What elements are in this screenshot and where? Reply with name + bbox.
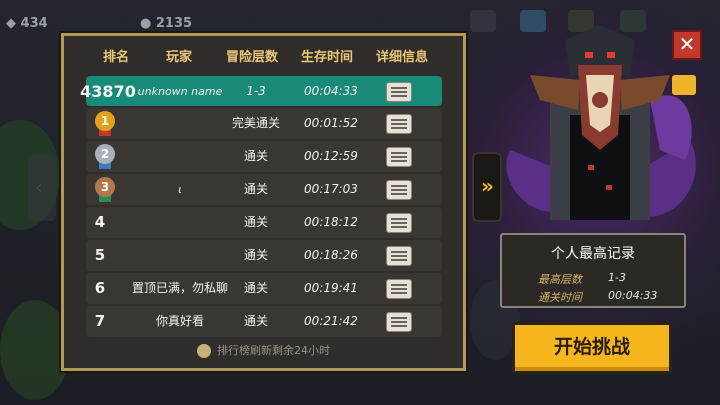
header-detail: 详细信息 xyxy=(375,50,429,65)
record-title: 个人最高记录 xyxy=(551,246,635,262)
row-time: 00:19:41 xyxy=(304,281,358,295)
detail-button[interactable] xyxy=(386,246,412,266)
detail-button[interactable] xyxy=(386,147,412,167)
previous-page-button[interactable]: ‹ xyxy=(28,155,56,221)
boss-glow xyxy=(606,185,612,190)
crown-icon xyxy=(672,75,696,95)
detail-button[interactable] xyxy=(386,180,412,200)
row-layer: 通关 xyxy=(243,248,268,262)
row-time: 00:01:52 xyxy=(304,116,358,130)
leaderboard-row: 3 ι 通关 00:17:03 xyxy=(86,174,442,205)
detail-button[interactable] xyxy=(386,213,412,233)
leaderboard-row: 1 完美通关 00:01:52 xyxy=(86,108,442,139)
leaderboard-row: 2 通关 00:12:59 xyxy=(86,141,442,172)
row-time: 00:21:42 xyxy=(304,314,358,328)
start-challenge-button[interactable]: 开始挑战 xyxy=(512,322,672,374)
leaderboard-rows: 43870 unknown name 1-3 00:04:33 1 完美通关 0… xyxy=(80,76,442,339)
boss-eye xyxy=(607,52,615,58)
coin-count: 2135 xyxy=(155,16,193,31)
row-time: 00:18:12 xyxy=(304,215,358,229)
background-tree xyxy=(0,300,70,400)
leaderboard-header: 排名 玩家 冒险层数 生存时间 详细信息 xyxy=(64,46,463,68)
leaderboard-row-self: 43870 unknown name 1-3 00:04:33 xyxy=(80,76,442,106)
row-time: 00:04:33 xyxy=(304,84,358,98)
row-layer: 完美通关 xyxy=(231,116,280,130)
leaderboard-panel: 排名 玩家 冒险层数 生存时间 详细信息 43870 unknown name … xyxy=(61,33,466,371)
detail-button[interactable] xyxy=(386,312,412,332)
boss-eye xyxy=(585,52,593,58)
expand-button[interactable]: » xyxy=(472,152,502,222)
row-rank: 7 xyxy=(94,312,106,330)
gem-count: 434 xyxy=(20,16,48,31)
refresh-notice: 排行榜刷新剩余24小时 xyxy=(64,342,463,358)
row-rank: 6 xyxy=(94,279,106,297)
row-time: 00:17:03 xyxy=(304,182,358,196)
eye-sigil xyxy=(592,92,608,108)
row-rank: 4 xyxy=(94,213,106,231)
clock-icon xyxy=(197,344,211,358)
row-rank: 43870 xyxy=(80,82,136,101)
chevron-left-icon: ‹ xyxy=(35,175,43,199)
bronze-medal-icon: 3 xyxy=(94,177,116,202)
row-layer: 1-3 xyxy=(246,84,266,98)
row-layer: 通关 xyxy=(243,314,268,328)
silver-medal-icon: 2 xyxy=(94,144,116,169)
row-player: 你真好看 xyxy=(155,314,204,328)
record-time-value: 00:04:33 xyxy=(608,289,658,302)
row-layer: 通关 xyxy=(243,281,268,295)
record-layer-label: 最高层数 xyxy=(538,273,582,286)
row-time: 00:18:26 xyxy=(304,248,358,262)
leaderboard-row: 5 通关 00:18:26 xyxy=(86,240,442,271)
gem-counter: ◆ 434 xyxy=(6,16,48,31)
record-time-label: 通关时间 xyxy=(538,291,582,304)
record-layer-value: 1-3 xyxy=(608,271,626,284)
row-rank: 5 xyxy=(94,246,106,264)
leaderboard-row: 7 你真好看 通关 00:21:42 xyxy=(86,306,442,337)
boss-glow xyxy=(588,165,594,170)
detail-button[interactable] xyxy=(386,114,412,134)
tentacle-shape xyxy=(650,95,692,160)
medal-rank: 3 xyxy=(95,177,115,197)
header-rank: 排名 xyxy=(102,50,130,65)
header-player: 玩家 xyxy=(165,50,193,65)
row-time: 00:12:59 xyxy=(304,149,358,163)
boss-portrait xyxy=(506,25,696,220)
detail-button[interactable] xyxy=(386,279,412,299)
gold-medal-icon: 1 xyxy=(94,111,116,136)
row-player: 置顶已满，勿私聊 xyxy=(131,281,228,295)
medal-rank: 1 xyxy=(95,111,115,131)
coin-counter: ● 2135 xyxy=(140,16,193,31)
refresh-text: 排行榜刷新剩余24小时 xyxy=(217,344,330,357)
row-player: unknown name xyxy=(137,85,223,98)
row-layer: 通关 xyxy=(243,215,268,229)
header-layer: 冒险层数 xyxy=(225,50,279,65)
detail-button[interactable] xyxy=(386,82,412,102)
row-player: ι xyxy=(178,183,182,196)
medal-rank: 2 xyxy=(95,144,115,164)
leaderboard-row: 4 通关 00:18:12 xyxy=(86,207,442,238)
personal-record-panel: 个人最高记录 最高层数 1-3 通关时间 00:04:33 xyxy=(500,233,686,308)
top-menu-icon[interactable] xyxy=(470,10,496,32)
leaderboard-row: 6 置顶已满，勿私聊 通关 00:19:41 xyxy=(86,273,442,304)
chevron-right-icon: » xyxy=(481,174,494,198)
row-layer: 通关 xyxy=(243,182,268,196)
row-layer: 通关 xyxy=(243,149,268,163)
header-time: 生存时间 xyxy=(300,50,354,65)
